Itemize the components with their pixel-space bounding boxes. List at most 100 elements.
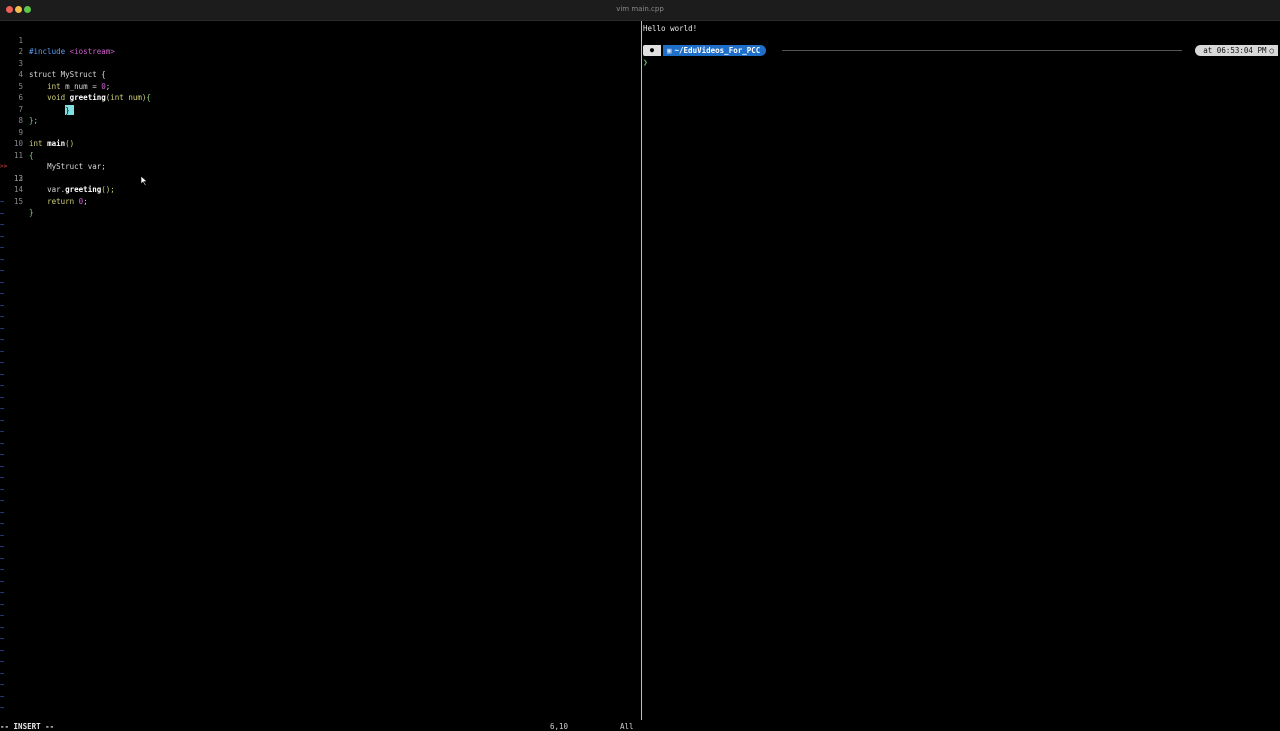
- tilde-marker: ~: [0, 198, 5, 206]
- code-line: 6 }: [0, 81, 75, 115]
- type-keyword: int: [29, 139, 43, 148]
- prompt-chevron[interactable]: ❯: [643, 58, 648, 67]
- prompt-path-segment: ▣ ~/EduVideos_For_PCC: [663, 45, 767, 56]
- code-line: 10 {: [0, 127, 34, 160]
- cursor-position: 6,10: [550, 722, 569, 731]
- code-text: (): [65, 139, 75, 148]
- folder-icon: ▣: [667, 46, 672, 55]
- code-text: ();: [101, 185, 115, 194]
- tilde-marker: ~: [0, 313, 5, 321]
- tilde-marker: ~: [0, 267, 5, 275]
- code-line: 2: [0, 35, 23, 56]
- code-text: m_num =: [60, 81, 102, 91]
- tilde-marker: ~: [0, 244, 5, 252]
- tilde-marker: ~: [0, 543, 5, 551]
- code-text: var.: [47, 185, 66, 194]
- tilde-marker: ~: [0, 439, 5, 448]
- tilde-marker: ~: [0, 301, 5, 310]
- prompt-time: at 06:53:04 PM: [1203, 46, 1267, 55]
- code-line: 7 };: [0, 92, 38, 126]
- clock-icon: ◯: [1269, 46, 1274, 55]
- function-name: greeting: [65, 185, 102, 194]
- code-text: };: [29, 116, 39, 125]
- tilde-marker: ~: [0, 692, 5, 701]
- tilde-marker: ~: [0, 635, 5, 643]
- tilde-marker: ~: [0, 451, 5, 459]
- tilde-marker: ~: [0, 462, 5, 471]
- tilde-marker: ~: [0, 393, 5, 402]
- tilde-marker: ~: [0, 623, 5, 632]
- type-keyword: void: [47, 93, 66, 102]
- tilde-marker: ~: [0, 520, 5, 528]
- tilde-marker: ~: [0, 405, 5, 413]
- tilde-marker: ~: [0, 497, 5, 505]
- tilde-marker: ~: [0, 278, 5, 287]
- line-number: 15: [13, 196, 23, 206]
- code-line: 8: [0, 104, 23, 125]
- code-text: struct MyStruct {: [29, 70, 106, 79]
- code-text: {: [146, 93, 151, 102]
- prompt-path: ~/EduVideos_For_PCC: [674, 46, 761, 55]
- tilde-marker: ~: [0, 508, 5, 517]
- code-line: 1 #include <iostream>: [0, 23, 114, 57]
- scroll-position: All: [620, 722, 634, 731]
- window-title: vim main.cpp: [616, 5, 664, 13]
- return-keyword: return: [47, 196, 75, 206]
- code-text: (int num): [105, 93, 147, 102]
- code-line: >> 12 var.greeting();: [0, 150, 115, 194]
- function-name: main: [47, 139, 66, 148]
- tilde-marker: ~: [0, 232, 5, 241]
- code-text: ;: [83, 196, 88, 206]
- code-line: 9 int main(): [0, 115, 74, 149]
- preprocessor-directive: #include: [29, 47, 66, 56]
- tilde-marker: ~: [0, 359, 5, 367]
- tilde-marker: ~: [0, 485, 5, 494]
- tilde-marker: ~: [0, 290, 5, 298]
- apple-icon: ●: [643, 45, 661, 56]
- text-cursor: }: [65, 104, 75, 115]
- shell-prompt: ● ▣ ~/EduVideos_For_PCC at 06:53:04 PM ◯: [642, 45, 1278, 56]
- program-output: Hello world!: [643, 24, 698, 33]
- code-line: 4 int m_num = 0;: [0, 58, 110, 91]
- code-text: MyStruct var;: [47, 162, 106, 171]
- code-text: }: [29, 208, 34, 217]
- tilde-marker: ~: [0, 531, 5, 540]
- code-text: ;: [105, 81, 111, 91]
- tilde-marker: ~: [0, 669, 5, 678]
- code-line: 15 }: [0, 184, 34, 218]
- code-line: 5 void greeting(int num){: [0, 69, 150, 103]
- tilde-marker: ~: [0, 347, 5, 356]
- tilde-marker: ~: [0, 336, 5, 344]
- tilde-marker: ~: [0, 681, 5, 689]
- tilde-marker: ~: [0, 600, 5, 609]
- code-line: 13: [0, 161, 23, 183]
- tilde-marker: ~: [0, 416, 5, 425]
- vim-mode-indicator: -- INSERT --: [0, 722, 55, 731]
- code-line: 14 return 0;: [0, 173, 88, 206]
- tilde-marker: ~: [0, 566, 5, 574]
- tilde-marker: ~: [0, 221, 5, 229]
- mouse-pointer-icon: [140, 176, 148, 186]
- function-name: greeting: [69, 93, 106, 102]
- tilde-marker: ~: [0, 554, 5, 563]
- tilde-marker: ~: [0, 324, 5, 333]
- tilde-marker: ~: [0, 658, 5, 666]
- terminal-pane[interactable]: Hello world! ● ▣ ~/EduVideos_For_PCC at 0…: [642, 21, 1280, 720]
- tilde-marker: ~: [0, 209, 5, 218]
- window-titlebar: vim main.cpp: [0, 0, 1280, 21]
- tilde-marker: ~: [0, 704, 5, 712]
- code-text: {: [29, 150, 34, 160]
- include-header: <iostream>: [69, 47, 115, 56]
- tilde-marker: ~: [0, 589, 5, 597]
- code-line: 3 struct MyStruct {: [0, 46, 105, 80]
- tilde-marker: ~: [0, 428, 5, 436]
- tilde-marker: ~: [0, 474, 5, 482]
- code-line: 11 MyStruct var;: [0, 138, 106, 172]
- vim-editor-pane[interactable]: 1 #include <iostream> 2 3 struct MyStruc…: [0, 21, 641, 731]
- tilde-marker: ~: [0, 370, 5, 379]
- prompt-time-segment: at 06:53:04 PM ◯: [1195, 45, 1278, 56]
- tilde-marker: ~: [0, 646, 5, 655]
- tilde-marker: ~: [0, 577, 5, 586]
- tilde-marker: ~: [0, 612, 5, 620]
- tilde-marker: ~: [0, 255, 5, 264]
